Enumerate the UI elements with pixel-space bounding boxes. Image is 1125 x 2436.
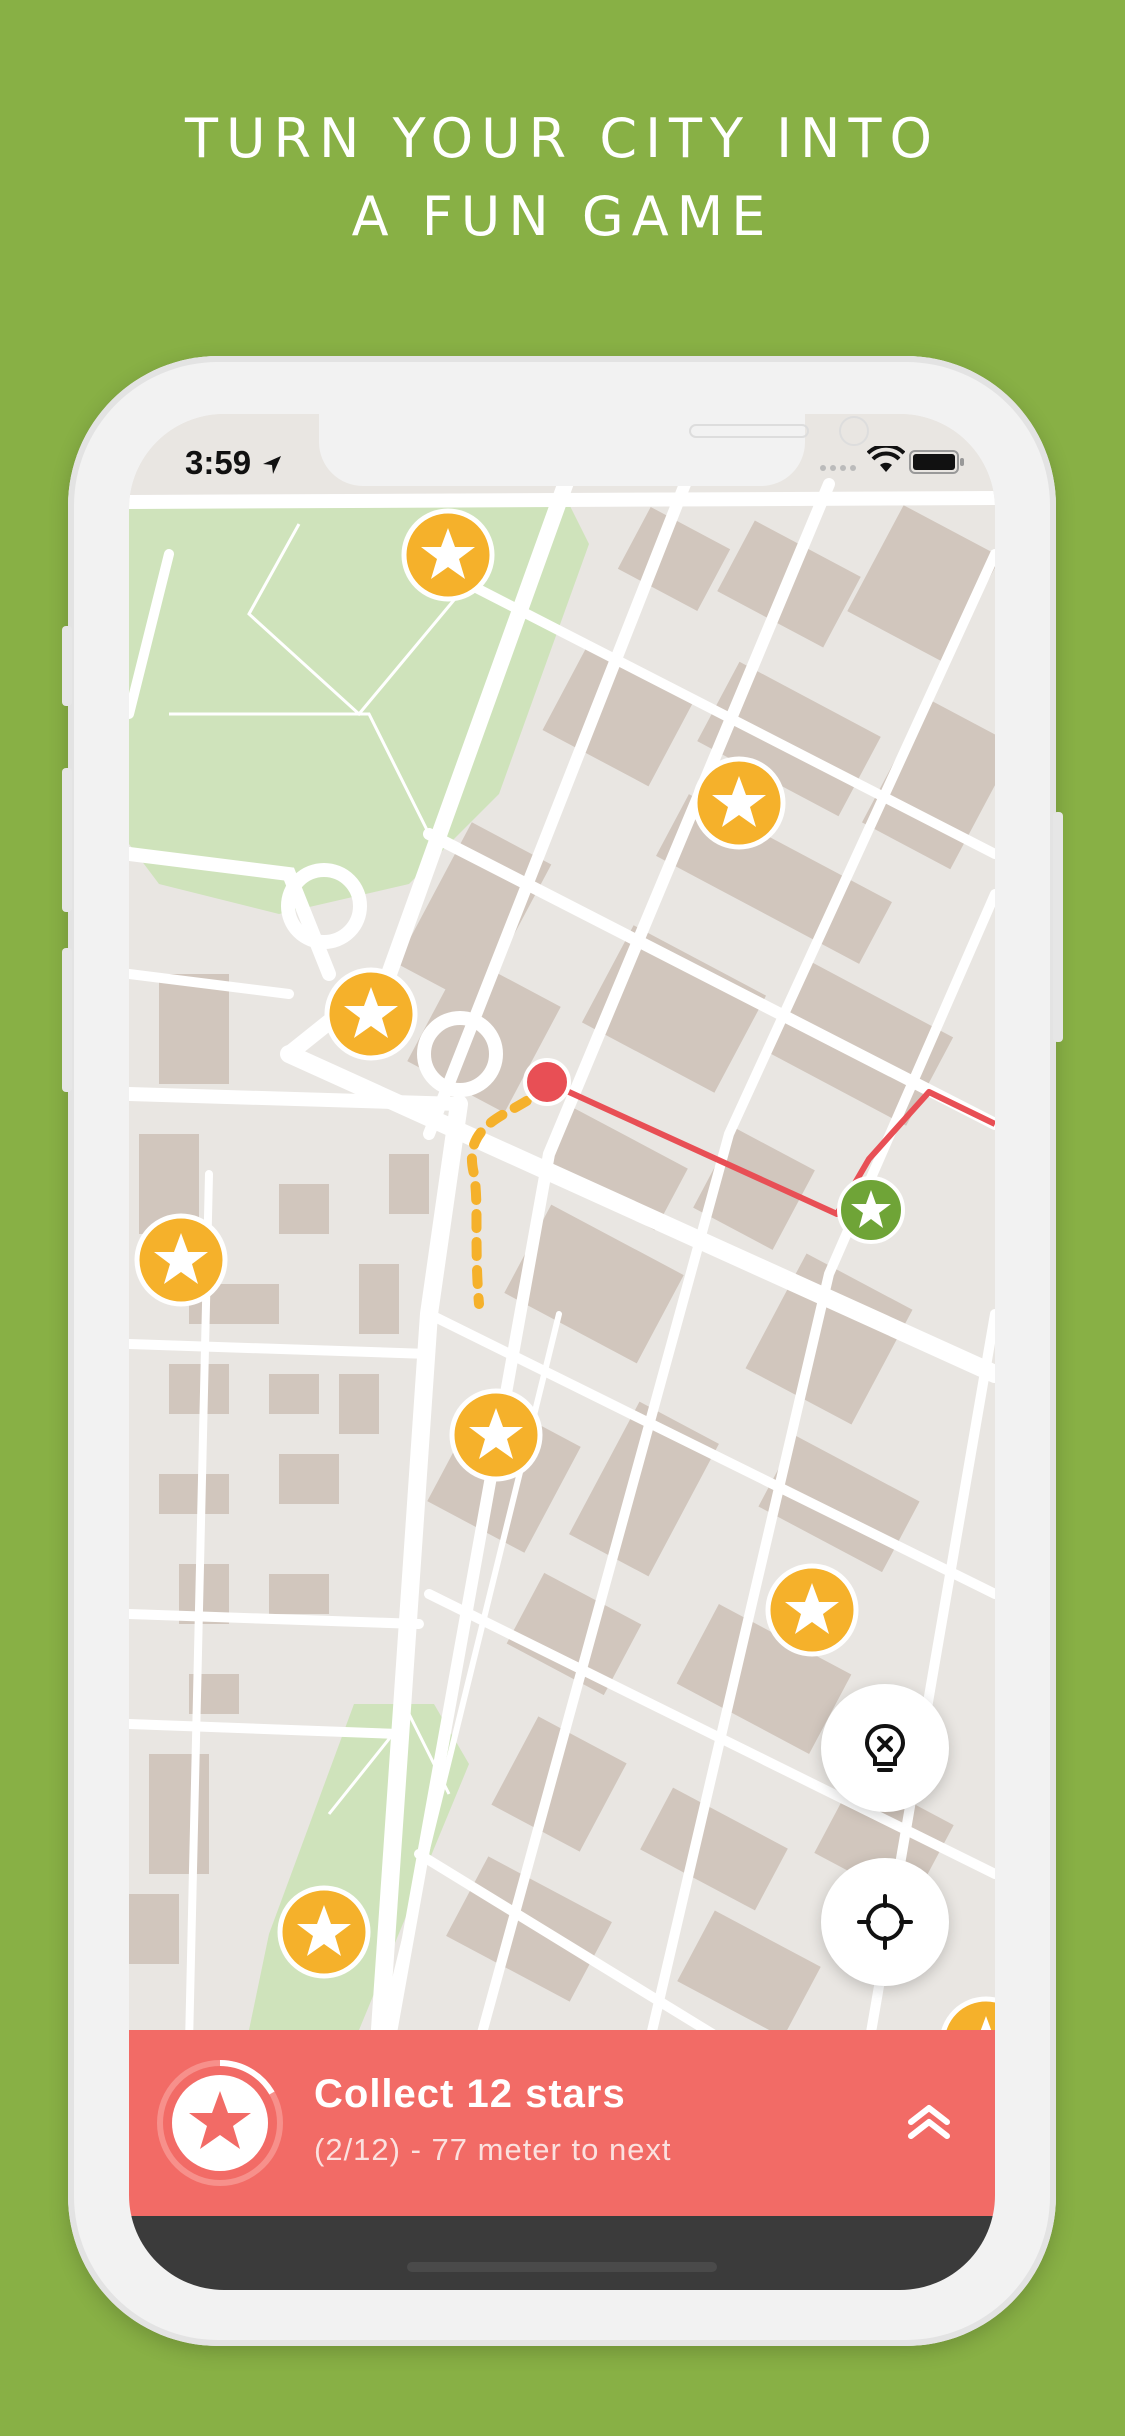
mission-progress-ring — [157, 2060, 283, 2186]
phone-power-button — [1053, 812, 1063, 1042]
wifi-icon — [866, 443, 905, 472]
phone-volume-down — [62, 948, 72, 1092]
star-marker[interactable] — [399, 506, 497, 604]
headline-line-1: TURN YOUR CITY INTO — [185, 107, 940, 170]
headline: TURN YOUR CITY INTO A FUN GAME — [0, 100, 1125, 256]
collected-star-marker[interactable] — [835, 1174, 907, 1246]
crosshair-icon — [857, 1894, 913, 1950]
phone-mute-switch — [62, 626, 72, 706]
star-marker[interactable] — [275, 1883, 373, 1981]
star-marker[interactable] — [447, 1386, 545, 1484]
mission-title: Collect 12 stars — [314, 2072, 626, 2116]
phone-volume-up — [62, 768, 72, 912]
user-location-marker — [523, 1058, 571, 1106]
notch — [319, 414, 869, 486]
battery-icon — [909, 450, 964, 474]
headline-line-2: A FUN GAME — [351, 185, 774, 248]
status-time: 3:59 — [185, 444, 284, 482]
mission-subtitle: (2/12) - 77 meter to next — [314, 2132, 672, 2167]
location-arrow-icon — [263, 456, 282, 474]
star-marker[interactable] — [763, 1561, 861, 1659]
phone-screen: 3:59 Collect 12 stars (2/12) - 77 meter … — [129, 414, 995, 2290]
star-marker[interactable] — [322, 965, 420, 1063]
status-icons — [818, 443, 965, 478]
front-camera — [839, 416, 869, 446]
star-marker[interactable] — [132, 1211, 230, 1309]
mission-panel[interactable]: Collect 12 stars (2/12) - 77 meter to ne… — [129, 2030, 995, 2216]
star-marker[interactable] — [690, 754, 788, 852]
lightbulb-x-icon — [864, 1723, 906, 1772]
cellular-icon — [820, 465, 857, 471]
hint-button[interactable] — [821, 1684, 949, 1812]
locate-me-button[interactable] — [821, 1858, 949, 1986]
double-chevron-up-icon[interactable] — [905, 2100, 953, 2144]
speaker — [689, 424, 809, 438]
home-indicator[interactable] — [407, 2262, 717, 2272]
bottom-bar — [129, 2216, 995, 2290]
